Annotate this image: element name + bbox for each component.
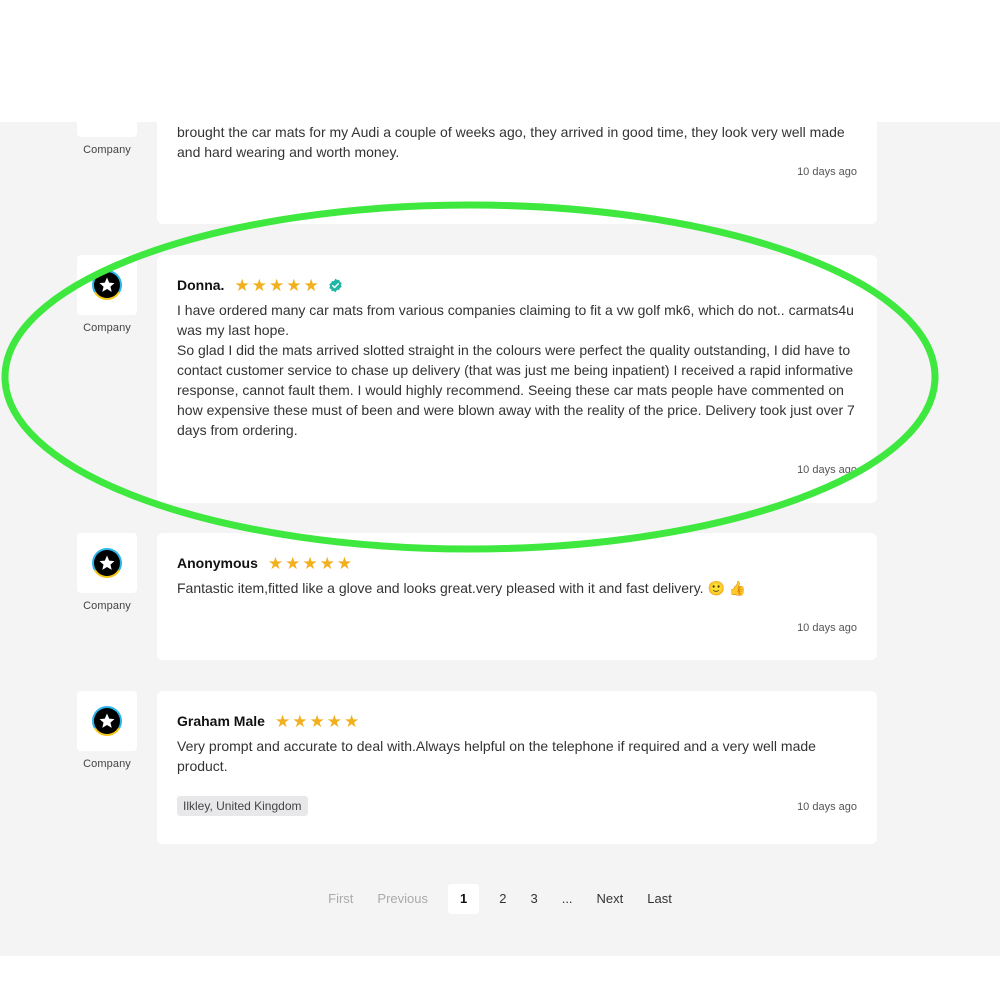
star-rating: ★ ★ ★ ★ ★: [268, 555, 354, 572]
avatar[interactable]: [77, 255, 137, 315]
reviewer-avatar-column: Company: [77, 122, 137, 156]
star-icon: ★: [292, 711, 308, 731]
review-time: 10 days ago: [797, 622, 857, 634]
star-rating: ★ ★ ★ ★ ★: [275, 713, 361, 730]
pagination-ellipsis: ...: [561, 891, 573, 906]
review-card: brought the car mats for my Audi a coupl…: [157, 122, 877, 224]
reviewer-avatar-column: Company: [77, 691, 137, 770]
pagination-page-1[interactable]: 1: [448, 884, 480, 914]
location-badge: Ilkley, United Kingdom: [177, 796, 308, 816]
review-card: Graham Male ★ ★ ★ ★ ★ Very prompt and ac…: [157, 691, 877, 844]
star-icon: ★: [251, 275, 267, 295]
company-label: Company: [83, 600, 131, 612]
star-icon: ★: [326, 711, 342, 731]
star-icon: ★: [268, 275, 285, 295]
avatar[interactable]: [77, 533, 137, 593]
pagination-previous[interactable]: Previous: [365, 884, 440, 914]
star-icon: ★: [302, 553, 318, 573]
star-icon: ★: [343, 711, 360, 731]
reviewer-avatar-column: Company: [77, 255, 137, 334]
reviewer-name[interactable]: Anonymous: [177, 555, 258, 571]
review-paragraph: So glad I did the mats arrived slotted s…: [177, 342, 855, 438]
review-card: Anonymous ★ ★ ★ ★ ★ Fantastic item,fitte…: [157, 533, 877, 660]
avatar[interactable]: [77, 691, 137, 751]
avatar[interactable]: [77, 122, 137, 137]
header-area: [0, 0, 1000, 122]
star-icon: ★: [234, 275, 250, 295]
star-icon: ★: [286, 275, 302, 295]
review-time: 10 days ago: [797, 166, 857, 178]
reviewer-name[interactable]: Donna.: [177, 277, 224, 293]
pagination: First Previous 1 2 3 ... Next Last: [0, 884, 1000, 914]
pagination-first[interactable]: First: [316, 884, 365, 914]
review-text: Fantastic item,fitted like a glove and l…: [177, 580, 747, 596]
reviewer-avatar-column: Company: [77, 533, 137, 612]
review-text: Very prompt and accurate to deal with.Al…: [177, 738, 816, 774]
pagination-last[interactable]: Last: [635, 884, 684, 914]
star-icon: ★: [267, 553, 284, 573]
star-badge-icon: [92, 706, 122, 736]
star-icon: ★: [336, 553, 353, 573]
star-icon: ★: [274, 711, 291, 731]
star-icon: ★: [319, 553, 335, 573]
pagination-page-2[interactable]: 2: [487, 884, 518, 914]
star-rating: ★ ★ ★ ★ ★: [234, 277, 320, 294]
star-icon: ★: [309, 711, 325, 731]
verified-check-icon: [328, 278, 343, 293]
review-text: I have ordered many car mats from variou…: [177, 300, 857, 440]
company-label: Company: [83, 322, 131, 334]
pagination-next[interactable]: Next: [585, 884, 636, 914]
star-badge-icon: [92, 548, 122, 578]
reviewer-name[interactable]: Graham Male: [177, 713, 265, 729]
footer-area: [0, 956, 1000, 1000]
reviews-section: Company brought the car mats for my Audi…: [0, 122, 1000, 956]
star-badge-icon: [92, 270, 122, 300]
review-time: 10 days ago: [797, 464, 857, 476]
company-label: Company: [83, 144, 131, 156]
review-paragraph: I have ordered many car mats from variou…: [177, 302, 854, 338]
star-icon: ★: [303, 275, 319, 295]
review-text: brought the car mats for my Audi a coupl…: [177, 124, 845, 160]
star-icon: ★: [285, 553, 301, 573]
company-label: Company: [83, 758, 131, 770]
review-time: 10 days ago: [797, 801, 857, 813]
review-card: Donna. ★ ★ ★ ★ ★ I have ordered many car…: [157, 255, 877, 503]
pagination-page-3[interactable]: 3: [518, 884, 549, 914]
